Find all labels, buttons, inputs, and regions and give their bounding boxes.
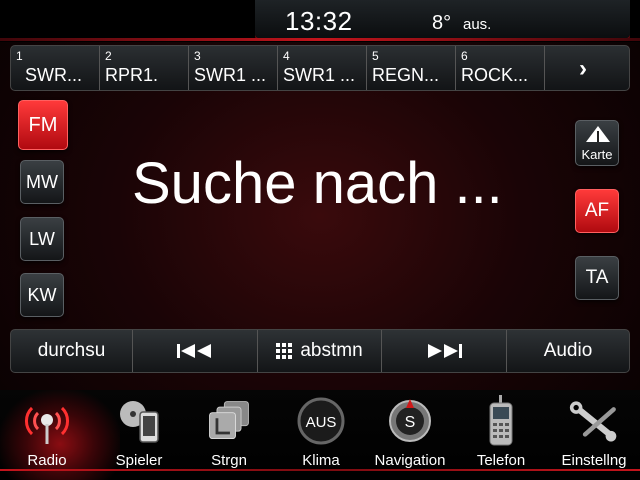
nav-label: Spieler [115, 452, 163, 469]
af-button[interactable]: AF [575, 189, 619, 233]
audio-button[interactable]: Audio [507, 330, 629, 372]
nav-controls[interactable]: Strgn [194, 390, 264, 480]
preset-number: 5 [372, 49, 379, 63]
map-button-label: Karte [581, 147, 613, 162]
preset-4[interactable]: 4 SWR1 ... [278, 46, 367, 90]
seat-controls-icon [204, 396, 254, 446]
preset-label: SWR1 ... [283, 65, 356, 85]
seek-back-icon [177, 344, 211, 358]
nav-navigation[interactable]: S Navigation [370, 390, 450, 480]
preset-bar: 1 SWR... 2 RPR1. 3 SWR1 ... 4 SWR1 ... 5… [10, 45, 630, 91]
bottom-nav: Radio Spieler Strgn AUS Klima S Navigati… [0, 390, 640, 480]
nav-player[interactable]: Spieler [104, 390, 174, 480]
clock: 13:32 [285, 6, 353, 36]
media-player-icon [114, 396, 164, 446]
preset-2[interactable]: 2 RPR1. [100, 46, 189, 90]
nav-label: Telefon [476, 452, 526, 469]
road-icon [586, 126, 610, 142]
compass-icon: S [385, 396, 435, 446]
seek-forward-icon [428, 344, 462, 358]
browse-button[interactable]: durchsu [11, 330, 133, 372]
wrench-icon [569, 396, 619, 446]
preset-number: 3 [194, 49, 201, 63]
nav-climate[interactable]: AUS Klima [286, 390, 356, 480]
nav-label: Klima [302, 452, 340, 469]
preset-number: 1 [16, 49, 23, 63]
tune-button-label: abstmn [300, 340, 363, 361]
nav-underline [0, 469, 640, 471]
radio-screen: 13:32 8° aus. 1 SWR... 2 RPR1. 3 SWR1 ..… [0, 0, 640, 480]
preset-label: RPR1. [105, 65, 159, 85]
nav-radio[interactable]: Radio [12, 390, 82, 480]
preset-number: 6 [461, 49, 468, 63]
radio-antenna-icon [22, 396, 72, 446]
outside-temperature: 8° [432, 12, 452, 34]
preset-label: ROCK... [461, 65, 529, 85]
band-mw-button[interactable]: MW [20, 160, 64, 204]
nav-label: Navigation [374, 452, 446, 469]
chevron-right-icon: › [579, 55, 587, 82]
phone-icon [476, 395, 526, 446]
preset-number: 2 [105, 49, 112, 63]
nav-label: Einstellng [561, 452, 627, 469]
tune-button[interactable]: abstmn [258, 330, 382, 372]
nav-settings[interactable]: Einstellng [552, 390, 636, 480]
preset-number: 4 [283, 49, 290, 63]
status-divider [0, 38, 640, 41]
climate-off-text: AUS [306, 414, 337, 431]
preset-1[interactable]: 1 SWR... [11, 46, 100, 90]
keypad-icon [276, 343, 293, 359]
status-bar: 13:32 8° aus. [0, 0, 640, 42]
seek-back-button[interactable] [133, 330, 258, 372]
ta-button[interactable]: TA [575, 256, 619, 300]
svg-text:S: S [405, 414, 416, 431]
climate-fan-icon: AUS [296, 396, 346, 446]
preset-6[interactable]: 6 ROCK... [456, 46, 545, 90]
nav-label: Strgn [211, 452, 247, 469]
preset-label: SWR... [25, 65, 82, 85]
nav-phone[interactable]: Telefon [466, 390, 536, 480]
preset-label: SWR1 ... [194, 65, 267, 85]
band-fm-button[interactable]: FM [18, 100, 68, 150]
preset-label: REGN... [372, 65, 440, 85]
band-kw-button[interactable]: KW [20, 273, 64, 317]
temperature-status: aus. [463, 16, 492, 33]
seek-forward-button[interactable] [382, 330, 507, 372]
preset-3[interactable]: 3 SWR1 ... [189, 46, 278, 90]
nav-label: Radio [27, 452, 67, 469]
preset-next-button[interactable]: › [545, 46, 629, 90]
band-lw-button[interactable]: LW [20, 217, 64, 261]
search-status-text: Suche nach ... [132, 151, 503, 216]
preset-5[interactable]: 5 REGN... [367, 46, 456, 90]
control-bar: durchsu abstmn Audio [10, 329, 630, 373]
map-button[interactable]: Karte [575, 120, 619, 166]
